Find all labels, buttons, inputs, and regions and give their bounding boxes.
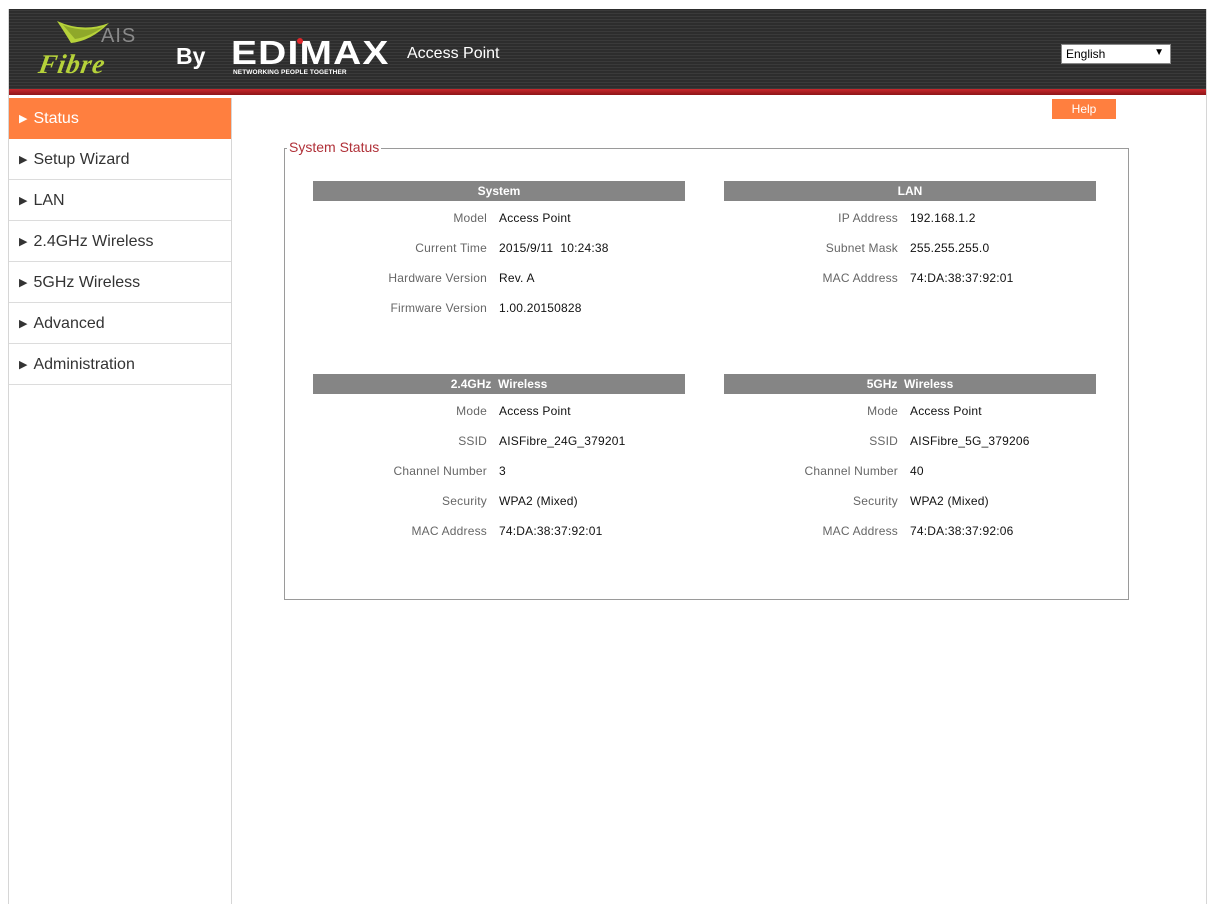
section-header-system: System <box>313 181 685 201</box>
row-value: Access Point <box>499 404 571 418</box>
product-name: Access Point <box>407 45 500 62</box>
row-label: Subnet Mask <box>825 241 898 255</box>
row-value: 3 <box>499 464 506 478</box>
sidebar-item-label: 2.4GHz Wireless <box>33 233 154 250</box>
section-header-5ghz-wireless: 5GHz Wireless <box>724 374 1096 394</box>
lan-section: LAN IP Address 192.168.1.2 Subnet Mask 2… <box>724 181 1096 291</box>
info-row: Channel Number 3 <box>313 454 685 484</box>
info-row: Model Access Point <box>313 201 685 231</box>
info-row: Mode Access Point <box>724 394 1096 424</box>
info-row: MAC Address 74:DA:38:37:92:01 <box>724 261 1096 291</box>
info-row: Current Time 2015/9/11 10:24:38 <box>313 231 685 261</box>
row-label: SSID <box>458 434 487 448</box>
row-label: Firmware Version <box>390 301 487 315</box>
info-row: Security WPA2 (Mixed) <box>313 484 685 514</box>
row-value: 1.00.20150828 <box>499 301 582 315</box>
row-label: Channel Number <box>393 464 487 478</box>
row-value: 192.168.1.2 <box>910 211 976 225</box>
info-row: SSID AISFibre_24G_379201 <box>313 424 685 454</box>
language-selected-value: English <box>1066 47 1106 61</box>
sidebar-item-label: Status <box>33 110 79 127</box>
sidebar-item-label: Advanced <box>33 315 105 332</box>
edimax-logo: EDIMAX NETWORKING PEOPLE TOGETHER <box>231 34 391 88</box>
row-value: Access Point <box>499 211 571 225</box>
ais-logo-text: AIS <box>101 25 137 47</box>
sidebar-item-24ghz-wireless[interactable]: ▶ 2.4GHz Wireless <box>9 221 231 262</box>
triangle-right-icon: ▶ <box>19 277 28 289</box>
row-label: Channel Number <box>804 464 898 478</box>
info-row: IP Address 192.168.1.2 <box>724 201 1096 231</box>
row-value: 74:DA:38:37:92:01 <box>910 271 1014 285</box>
info-row: MAC Address 74:DA:38:37:92:01 <box>313 514 685 544</box>
page-frame: AIS Fibre By EDIMAX NETWORKING PEOPLE TO… <box>8 9 1207 904</box>
row-value: WPA2 (Mixed) <box>499 494 578 508</box>
info-row: MAC Address 74:DA:38:37:92:06 <box>724 514 1096 544</box>
sidebar-item-label: Administration <box>33 356 135 373</box>
edimax-red-dot <box>297 38 303 44</box>
sidebar-nav: ▶ Status ▶ Setup Wizard ▶ LAN ▶ 2.4GHz Wirel… <box>9 98 232 904</box>
edimax-tagline: NETWORKING PEOPLE TOGETHER <box>233 69 347 76</box>
info-row: Channel Number 40 <box>724 454 1096 484</box>
sidebar-item-5ghz-wireless[interactable]: ▶ 5GHz Wireless <box>9 262 231 303</box>
system-status-panel: System Status System Model Access Point … <box>284 139 1129 600</box>
edimax-logo-text: EDIMAX <box>231 34 390 71</box>
row-label: Security <box>853 494 898 508</box>
triangle-right-icon: ▶ <box>19 236 28 248</box>
ais-fibre-logo: AIS Fibre <box>36 17 149 81</box>
help-button[interactable]: Help <box>1052 99 1116 119</box>
triangle-right-icon: ▶ <box>19 195 28 207</box>
row-value: Rev. A <box>499 271 535 285</box>
row-value: AISFibre_24G_379201 <box>499 434 626 448</box>
sidebar-item-administration[interactable]: ▶ Administration <box>9 344 231 385</box>
info-row: SSID AISFibre_5G_379206 <box>724 424 1096 454</box>
triangle-right-icon: ▶ <box>19 318 28 330</box>
row-label: SSID <box>869 434 898 448</box>
fibre-logo-text: Fibre <box>36 49 109 79</box>
sidebar-item-status[interactable]: ▶ Status <box>9 98 231 139</box>
row-value: 40 <box>910 464 924 478</box>
info-row: Firmware Version 1.00.20150828 <box>313 291 685 321</box>
row-label: Model <box>453 211 487 225</box>
info-row: Mode Access Point <box>313 394 685 424</box>
row-label: MAC Address <box>411 524 487 538</box>
row-label: MAC Address <box>822 271 898 285</box>
triangle-right-icon: ▶ <box>19 154 28 166</box>
row-value: AISFibre_5G_379206 <box>910 434 1030 448</box>
row-label: Mode <box>456 404 487 418</box>
sidebar-item-setup-wizard[interactable]: ▶ Setup Wizard <box>9 139 231 180</box>
row-value: 74:DA:38:37:92:01 <box>499 524 603 538</box>
info-row: Subnet Mask 255.255.255.0 <box>724 231 1096 261</box>
header-red-stripe <box>9 89 1206 95</box>
header-bar: AIS Fibre By EDIMAX NETWORKING PEOPLE TO… <box>9 9 1206 89</box>
row-value: 255.255.255.0 <box>910 241 990 255</box>
row-label: IP Address <box>838 211 898 225</box>
row-value: Access Point <box>910 404 982 418</box>
row-value: 2015/9/11 10:24:38 <box>499 241 609 255</box>
sidebar-item-label: 5GHz Wireless <box>33 274 141 291</box>
wireless-5ghz-section: 5GHz Wireless Mode Access Point SSID AIS… <box>724 374 1096 544</box>
sidebar-item-advanced[interactable]: ▶ Advanced <box>9 303 231 344</box>
row-label: Mode <box>867 404 898 418</box>
row-value: WPA2 (Mixed) <box>910 494 989 508</box>
info-row: Hardware Version Rev. A <box>313 261 685 291</box>
system-section: System Model Access Point Current Time 2… <box>313 181 685 321</box>
by-text: By <box>176 43 206 69</box>
sidebar-item-label: Setup Wizard <box>33 151 130 168</box>
row-value: 74:DA:38:37:92:06 <box>910 524 1014 538</box>
triangle-right-icon: ▶ <box>19 113 28 125</box>
sidebar-item-lan[interactable]: ▶ LAN <box>9 180 231 221</box>
row-label: Hardware Version <box>388 271 487 285</box>
language-select[interactable]: English ▼ <box>1061 44 1171 64</box>
section-header-lan: LAN <box>724 181 1096 201</box>
row-label: MAC Address <box>822 524 898 538</box>
section-header-24ghz-wireless: 2.4GHz Wireless <box>313 374 685 394</box>
sidebar-item-label: LAN <box>33 192 65 209</box>
wireless-24ghz-section: 2.4GHz Wireless Mode Access Point SSID A… <box>313 374 685 544</box>
system-status-legend: System Status <box>287 139 382 155</box>
row-label: Current Time <box>415 241 487 255</box>
row-label: Security <box>442 494 487 508</box>
dropdown-arrow-icon: ▼ <box>1154 47 1164 58</box>
info-row: Security WPA2 (Mixed) <box>724 484 1096 514</box>
triangle-right-icon: ▶ <box>19 359 28 371</box>
